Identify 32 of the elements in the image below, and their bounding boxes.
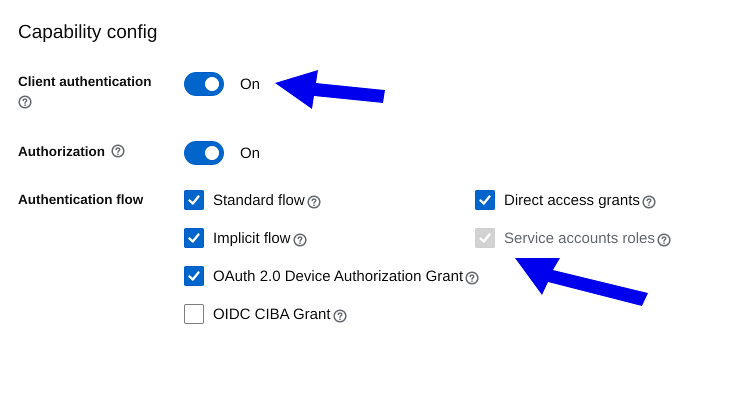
- checkbox-label: Service accounts roles: [504, 230, 655, 246]
- field-label: Authorization: [18, 144, 105, 159]
- checkbox-label: Implicit flow: [213, 230, 291, 246]
- toggle-state-label: On: [240, 76, 260, 92]
- field-label: Client authentication: [18, 74, 152, 89]
- check-icon: [478, 231, 492, 245]
- help-icon[interactable]: [642, 195, 656, 209]
- help-icon[interactable]: [465, 271, 480, 285]
- checkbox-label: Standard flow: [213, 192, 305, 208]
- field-label: Authentication flow: [18, 192, 144, 207]
- checkbox[interactable]: [184, 304, 204, 324]
- checkbox-label: Direct access grants: [504, 192, 640, 208]
- check-icon: [187, 269, 201, 283]
- toggle-switch[interactable]: [184, 141, 224, 165]
- help-icon[interactable]: [18, 95, 32, 109]
- checkbox[interactable]: [184, 266, 204, 286]
- check-icon: [478, 193, 492, 207]
- check-icon: [187, 231, 201, 245]
- checkbox[interactable]: [475, 190, 495, 210]
- toggle-switch[interactable]: [184, 72, 224, 96]
- help-icon[interactable]: [332, 309, 347, 323]
- toggle-state-label: On: [240, 144, 260, 162]
- checkbox[interactable]: [184, 228, 204, 248]
- help-icon[interactable]: [111, 144, 125, 158]
- checkbox-label: OAuth 2.0 Device Authorization Grant: [213, 268, 464, 284]
- help-icon[interactable]: [292, 233, 307, 247]
- checkbox[interactable]: [184, 190, 204, 210]
- help-icon[interactable]: [656, 233, 671, 247]
- check-icon: [187, 193, 201, 207]
- section-title: Capability config: [18, 22, 158, 44]
- checkbox-label: OIDC CIBA Grant: [213, 306, 331, 322]
- help-icon[interactable]: [306, 195, 321, 209]
